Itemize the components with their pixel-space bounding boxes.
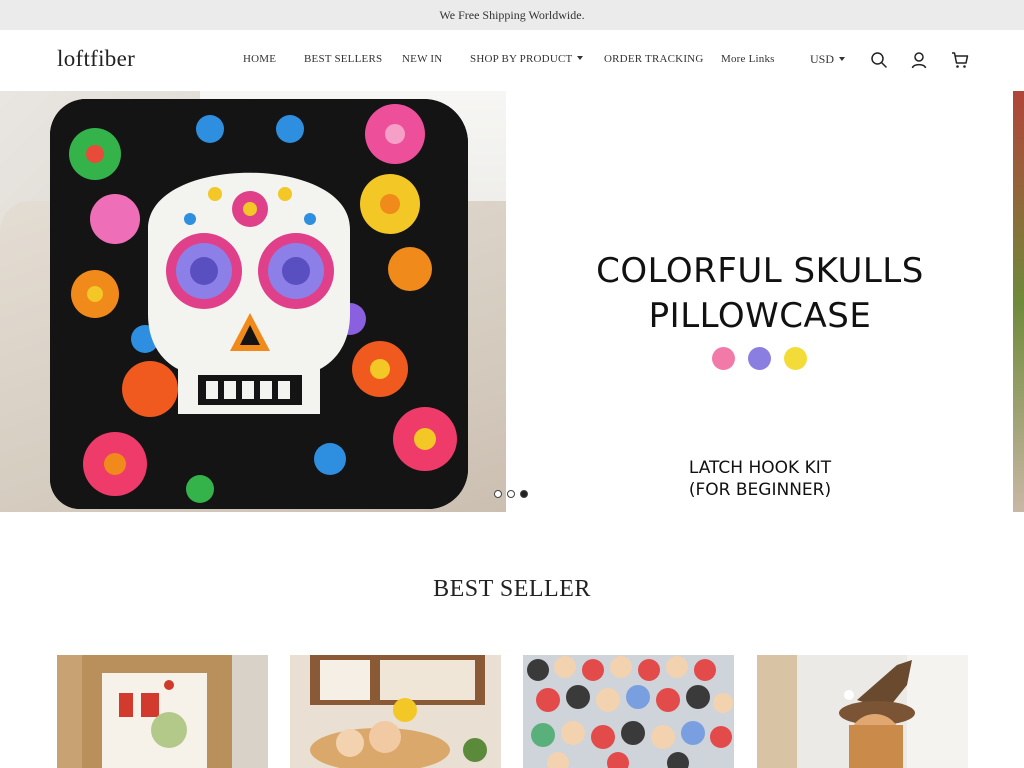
- cart-icon[interactable]: [950, 50, 970, 70]
- nav-home[interactable]: HOME: [243, 53, 276, 65]
- nav-shop-by-product[interactable]: SHOP BY PRODUCT: [470, 53, 584, 65]
- hero-image: [0, 91, 506, 512]
- nav-shop-by-product-label: SHOP BY PRODUCT: [470, 53, 573, 65]
- product-image-3: [523, 655, 734, 768]
- hero-subtitle-line1: LATCH HOOK KIT: [688, 458, 832, 478]
- slide-dot-2[interactable]: [507, 490, 515, 498]
- slide-dot-1[interactable]: [494, 490, 502, 498]
- hero-subtitle: LATCH HOOK KIT (FOR BEGINNER): [660, 457, 860, 501]
- hero-title-line1: COLORFUL SKULLS: [596, 251, 924, 291]
- skull-pillow-image: [50, 99, 468, 509]
- site-header: loftfiber HOME BEST SELLERS NEW IN SHOP …: [0, 30, 1024, 90]
- product-card-4[interactable]: [757, 655, 968, 768]
- color-swatch-purple: [748, 347, 771, 370]
- hero-title-line2: PILLOWCASE: [648, 296, 872, 336]
- account-icon[interactable]: [909, 50, 929, 70]
- product-image-4: [757, 655, 968, 768]
- nav-more-links[interactable]: More Links: [721, 53, 775, 65]
- product-card-2[interactable]: [290, 655, 501, 768]
- product-card-1[interactable]: [57, 655, 268, 768]
- hero-subtitle-line2: (FOR BEGINNER): [688, 480, 832, 500]
- nav-new-in[interactable]: NEW IN: [402, 53, 442, 65]
- currency-selector[interactable]: USD: [810, 52, 846, 67]
- announcement-text: We Free Shipping Worldwide.: [439, 7, 585, 22]
- color-swatch-yellow: [784, 347, 807, 370]
- slide-dot-3[interactable]: [520, 490, 528, 498]
- nav-order-tracking[interactable]: ORDER TRACKING: [604, 53, 703, 65]
- announcement-bar: We Free Shipping Worldwide.: [0, 0, 1024, 30]
- currency-label: USD: [810, 52, 835, 66]
- best-seller-heading: BEST SELLER: [433, 576, 591, 602]
- color-swatches: [712, 347, 807, 370]
- product-card-3[interactable]: [523, 655, 734, 768]
- hero-title: COLORFUL SKULLS PILLOWCASE: [560, 249, 960, 339]
- color-swatch-pink: [712, 347, 735, 370]
- hero-slider[interactable]: COLORFUL SKULLS PILLOWCASE LATCH HOOK KI…: [0, 91, 1024, 512]
- product-image-2: [290, 655, 501, 768]
- search-icon[interactable]: [869, 50, 889, 70]
- site-logo[interactable]: loftfiber: [57, 46, 135, 72]
- nav-best-sellers[interactable]: BEST SELLERS: [304, 53, 382, 65]
- slider-pagination: [494, 490, 528, 498]
- chevron-down-icon: [839, 57, 846, 61]
- chevron-down-icon: [577, 56, 584, 60]
- product-image-1: [57, 655, 268, 768]
- next-slide-peek: [1013, 91, 1024, 512]
